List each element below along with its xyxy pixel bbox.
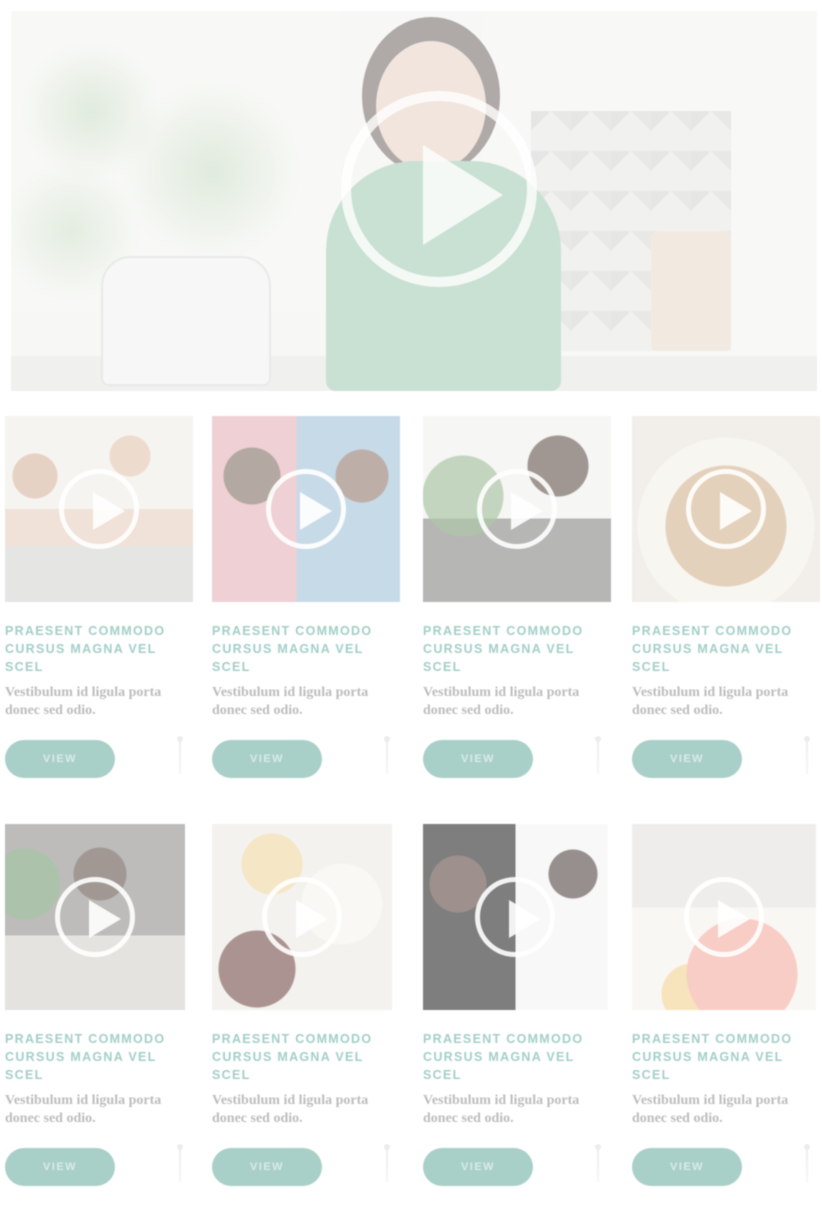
card-title: PRAESENT COMMODO CURSUS MAGNA VEL SCEL: [632, 1032, 793, 1082]
video-card: PRAESENT COMMODO CURSUS MAGNA VEL SCEL V…: [632, 416, 822, 780]
view-button[interactable]: VIEW: [423, 1148, 533, 1186]
card-title: PRAESENT COMMODO CURSUS MAGNA VEL SCEL: [423, 1032, 584, 1082]
view-button[interactable]: VIEW: [632, 1148, 742, 1186]
more-icon[interactable]: [384, 736, 390, 778]
play-circle-icon[interactable]: [266, 469, 346, 549]
play-circle-icon[interactable]: [55, 877, 135, 957]
view-button[interactable]: VIEW: [423, 740, 533, 778]
more-icon[interactable]: [804, 1144, 810, 1186]
video-thumbnail[interactable]: [5, 824, 185, 1010]
card-description: Vestibulum id ligula porta donec sed odi…: [212, 1093, 369, 1126]
card-description: Vestibulum id ligula porta donec sed odi…: [423, 685, 580, 718]
video-card: PRAESENT COMMODO CURSUS MAGNA VEL SCEL V…: [212, 416, 402, 780]
card-title: PRAESENT COMMODO CURSUS MAGNA VEL SCEL: [212, 1032, 373, 1082]
card-description: Vestibulum id ligula porta donec sed odi…: [212, 685, 369, 718]
view-button[interactable]: VIEW: [5, 1148, 115, 1186]
card-description: Vestibulum id ligula porta donec sed odi…: [632, 1093, 789, 1126]
more-icon[interactable]: [595, 1144, 601, 1186]
card-title: PRAESENT COMMODO CURSUS MAGNA VEL SCEL: [5, 1032, 166, 1082]
play-circle-icon[interactable]: [59, 469, 139, 549]
video-thumbnail[interactable]: [423, 416, 611, 602]
card-description: Vestibulum id ligula porta donec sed odi…: [632, 685, 789, 718]
card-title: PRAESENT COMMODO CURSUS MAGNA VEL SCEL: [423, 624, 584, 674]
video-thumbnail[interactable]: [212, 416, 400, 602]
card-description: Vestibulum id ligula porta donec sed odi…: [5, 1093, 162, 1126]
video-card-grid: PRAESENT COMMODO CURSUS MAGNA VEL SCEL V…: [0, 0, 822, 1205]
card-title: PRAESENT COMMODO CURSUS MAGNA VEL SCEL: [5, 624, 166, 674]
video-card: PRAESENT COMMODO CURSUS MAGNA VEL SCEL V…: [632, 824, 822, 1188]
video-thumbnail[interactable]: [632, 824, 816, 1010]
view-button[interactable]: VIEW: [212, 1148, 322, 1186]
video-thumbnail[interactable]: [5, 416, 193, 602]
play-circle-icon[interactable]: [686, 469, 766, 549]
video-card: PRAESENT COMMODO CURSUS MAGNA VEL SCEL V…: [212, 824, 402, 1188]
card-description: Vestibulum id ligula porta donec sed odi…: [5, 685, 162, 718]
play-circle-icon[interactable]: [475, 877, 555, 957]
play-circle-icon[interactable]: [477, 469, 557, 549]
card-title: PRAESENT COMMODO CURSUS MAGNA VEL SCEL: [212, 624, 373, 674]
more-icon[interactable]: [177, 736, 183, 778]
more-icon[interactable]: [177, 1144, 183, 1186]
video-thumbnail[interactable]: [212, 824, 392, 1010]
more-icon[interactable]: [595, 736, 601, 778]
more-icon[interactable]: [384, 1144, 390, 1186]
video-card: PRAESENT COMMODO CURSUS MAGNA VEL SCEL V…: [423, 824, 613, 1188]
video-card: PRAESENT COMMODO CURSUS MAGNA VEL SCEL V…: [5, 824, 195, 1188]
play-circle-icon[interactable]: [262, 877, 342, 957]
more-icon[interactable]: [804, 736, 810, 778]
view-button[interactable]: VIEW: [212, 740, 322, 778]
video-thumbnail[interactable]: [423, 824, 608, 1010]
play-circle-icon[interactable]: [684, 877, 764, 957]
video-card: PRAESENT COMMODO CURSUS MAGNA VEL SCEL V…: [423, 416, 613, 780]
view-button[interactable]: VIEW: [5, 740, 115, 778]
card-description: Vestibulum id ligula porta donec sed odi…: [423, 1093, 580, 1126]
video-card: PRAESENT COMMODO CURSUS MAGNA VEL SCEL V…: [5, 416, 195, 780]
video-thumbnail[interactable]: [632, 416, 820, 602]
view-button[interactable]: VIEW: [632, 740, 742, 778]
card-title: PRAESENT COMMODO CURSUS MAGNA VEL SCEL: [632, 624, 793, 674]
